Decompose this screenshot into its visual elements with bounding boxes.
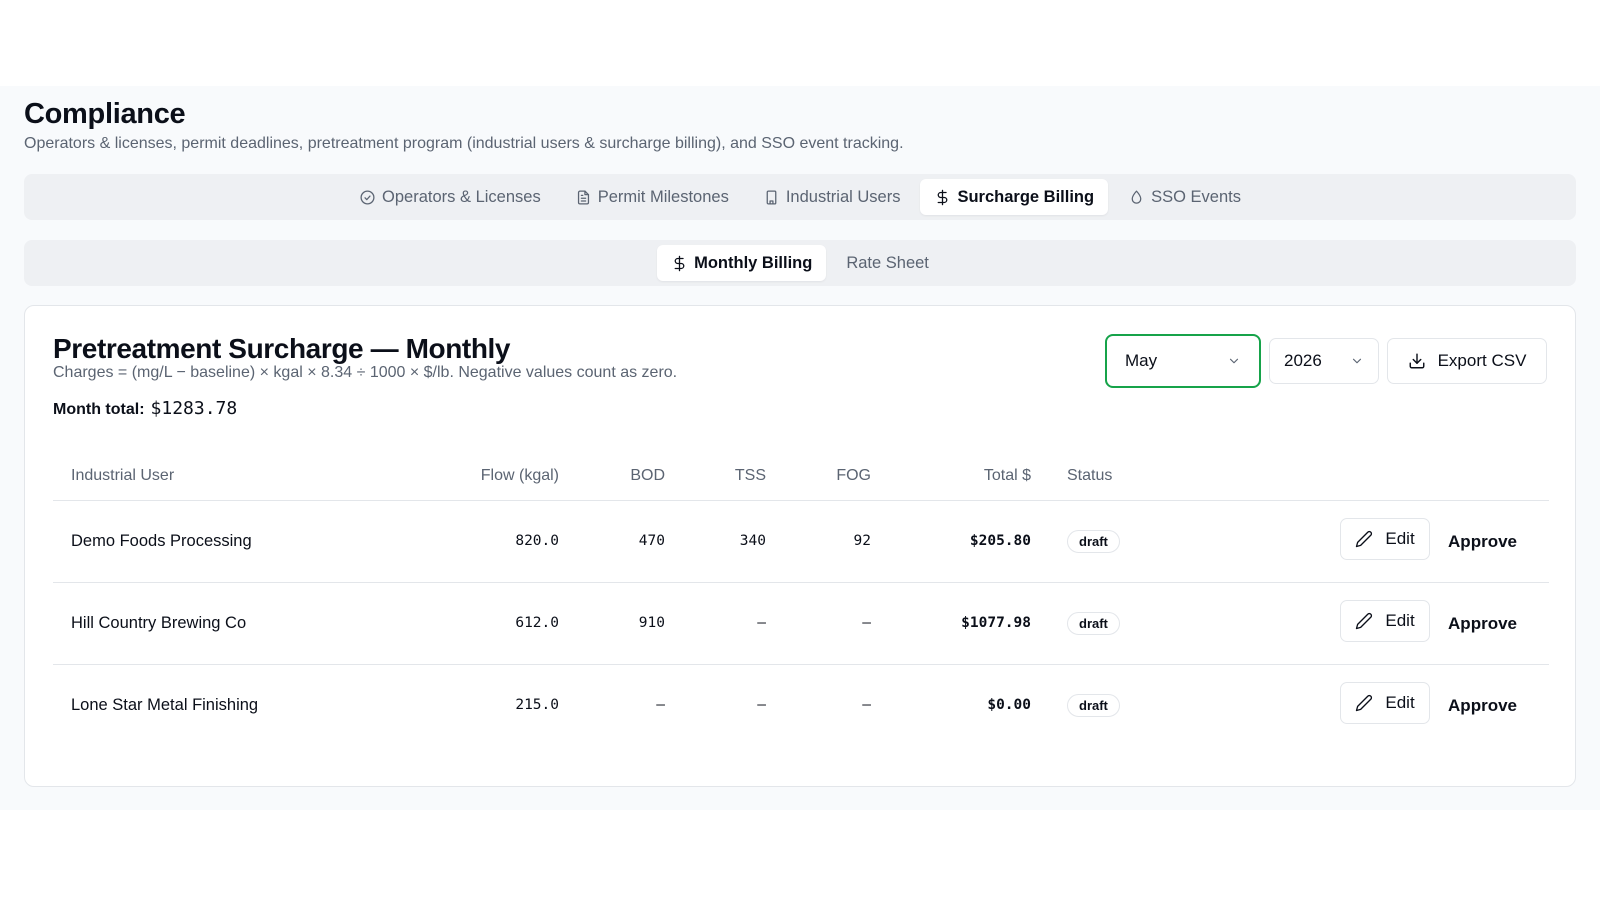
tab-permit-milestones[interactable]: Permit Milestones xyxy=(561,179,743,215)
cell-fog: – xyxy=(766,582,871,665)
tab-label: Monthly Billing xyxy=(694,253,813,272)
table-row: Hill Country Brewing Co 612.0 910 – – $1… xyxy=(53,582,1549,665)
header-industrial-user: Industrial User xyxy=(53,452,448,501)
edit-button[interactable]: Edit xyxy=(1340,600,1431,642)
chevron-down-icon xyxy=(1352,358,1362,364)
cell-actions: Edit Approve xyxy=(1281,664,1549,746)
main-tab-bar: Operators & Licenses Permit Milestones I… xyxy=(24,174,1576,220)
cell-status: draft xyxy=(1031,664,1281,746)
row-actions: Edit Approve xyxy=(1281,518,1549,560)
table-row: Lone Star Metal Finishing 215.0 – – – $0… xyxy=(53,664,1549,746)
tab-label: Industrial Users xyxy=(785,187,901,206)
cell-status: draft xyxy=(1031,582,1281,665)
cell-tss: 340 xyxy=(665,500,766,583)
header-status: Status xyxy=(1031,452,1281,501)
header-flow: Flow (kgal) xyxy=(448,452,559,501)
row-actions: Edit Approve xyxy=(1281,682,1549,725)
month-total-label: Month total: xyxy=(53,401,145,418)
cell-user: Hill Country Brewing Co xyxy=(53,582,448,665)
cell-tss: – xyxy=(665,582,766,665)
status-badge: draft xyxy=(1067,611,1120,635)
cell-fog: – xyxy=(862,697,871,714)
cell-flow: 820.0 xyxy=(448,500,559,583)
cell-bod: – xyxy=(656,697,665,714)
document-icon xyxy=(577,189,589,205)
tab-operators-licenses[interactable]: Operators & Licenses xyxy=(345,179,555,215)
month-total: Month total: $1283.78 xyxy=(53,398,237,419)
year-select[interactable]: 2026 xyxy=(1269,338,1379,384)
row-actions: Edit Approve xyxy=(1281,600,1549,642)
edit-button[interactable]: Edit xyxy=(1340,682,1431,725)
cell-fog: 92 xyxy=(766,500,871,583)
card-title: Pretreatment Surcharge — Monthly xyxy=(53,333,511,364)
approve-button[interactable]: Approve xyxy=(1448,614,1517,634)
cell-flow: 215.0 xyxy=(515,697,559,714)
cell-bod: 910 xyxy=(559,582,665,665)
cell-total: $0.00 xyxy=(987,697,1031,714)
tab-monthly-billing[interactable]: Monthly Billing xyxy=(657,245,827,281)
header-fog: FOG xyxy=(766,452,871,501)
formula-text: Charges = (mg/L − baseline) × kgal × 8.3… xyxy=(53,364,678,381)
cell-bod: 470 xyxy=(559,500,665,583)
status-badge: draft xyxy=(1067,693,1120,717)
export-label: Export CSV xyxy=(1437,351,1527,370)
chevron-down-icon xyxy=(1229,358,1239,364)
cell-user: Demo Foods Processing xyxy=(53,500,448,583)
header-actions xyxy=(1281,452,1549,501)
cell-status: draft xyxy=(1031,500,1281,583)
edit-label: Edit xyxy=(1385,693,1415,713)
header-total: Total $ xyxy=(871,452,1031,501)
pencil-icon xyxy=(1356,530,1373,548)
cell-actions: Edit Approve xyxy=(1281,500,1549,583)
cell-total: $1077.98 xyxy=(871,582,1031,665)
sub-tab-bar: Monthly Billing Rate Sheet xyxy=(24,240,1576,286)
tab-label: Permit Milestones xyxy=(597,187,729,206)
pencil-icon xyxy=(1356,695,1373,712)
table-row: Demo Foods Processing 820.0 470 340 92 $… xyxy=(53,500,1549,583)
year-select-value: 2026 xyxy=(1284,351,1322,370)
pencil-icon xyxy=(1356,612,1373,630)
droplet-icon xyxy=(1131,189,1142,204)
dollar-icon xyxy=(938,189,948,205)
table-header-row: Industrial User Flow (kgal) BOD TSS FOG … xyxy=(53,452,1549,501)
approve-button[interactable]: Approve xyxy=(1448,696,1517,716)
month-total-value: $1283.78 xyxy=(150,398,238,419)
status-badge: draft xyxy=(1067,529,1120,553)
export-csv-button[interactable]: Export CSV xyxy=(1387,338,1547,384)
edit-button[interactable]: Edit xyxy=(1340,518,1431,560)
surcharge-card: Pretreatment Surcharge — Monthly Charges… xyxy=(24,305,1576,787)
month-select[interactable]: May xyxy=(1105,334,1261,388)
tab-label: SSO Events xyxy=(1151,187,1241,206)
page-header: Compliance Operators & licenses, permit … xyxy=(24,96,904,154)
edit-label: Edit xyxy=(1385,611,1415,630)
card-controls: May 2026 Export CSV xyxy=(1105,334,1547,388)
cell-actions: Edit Approve xyxy=(1281,582,1549,665)
tab-rate-sheet[interactable]: Rate Sheet xyxy=(832,245,943,281)
header-bod: BOD xyxy=(559,452,665,501)
check-circle-icon xyxy=(360,189,375,205)
tab-sso-events[interactable]: SSO Events xyxy=(1114,179,1255,215)
billing-table: Industrial User Flow (kgal) BOD TSS FOG … xyxy=(53,452,1549,746)
cell-tss: – xyxy=(757,697,766,714)
tab-label: Rate Sheet xyxy=(846,253,929,272)
cell-user: Lone Star Metal Finishing xyxy=(71,695,259,714)
header-tss: TSS xyxy=(665,452,766,501)
page-subtitle: Operators & licenses, permit deadlines, … xyxy=(24,135,904,152)
download-icon xyxy=(1409,353,1425,369)
page-title: Compliance xyxy=(24,98,186,130)
edit-label: Edit xyxy=(1385,529,1415,548)
dollar-icon xyxy=(674,255,685,271)
cell-flow: 612.0 xyxy=(448,582,559,665)
tab-label: Operators & Licenses xyxy=(382,187,541,206)
tab-label: Surcharge Billing xyxy=(957,187,1095,206)
building-icon xyxy=(766,189,777,205)
tab-surcharge-billing[interactable]: Surcharge Billing xyxy=(920,179,1109,215)
approve-button[interactable]: Approve xyxy=(1448,532,1517,552)
cell-total: $205.80 xyxy=(871,500,1031,583)
tab-industrial-users[interactable]: Industrial Users xyxy=(749,179,915,215)
month-select-value: May xyxy=(1125,351,1158,370)
